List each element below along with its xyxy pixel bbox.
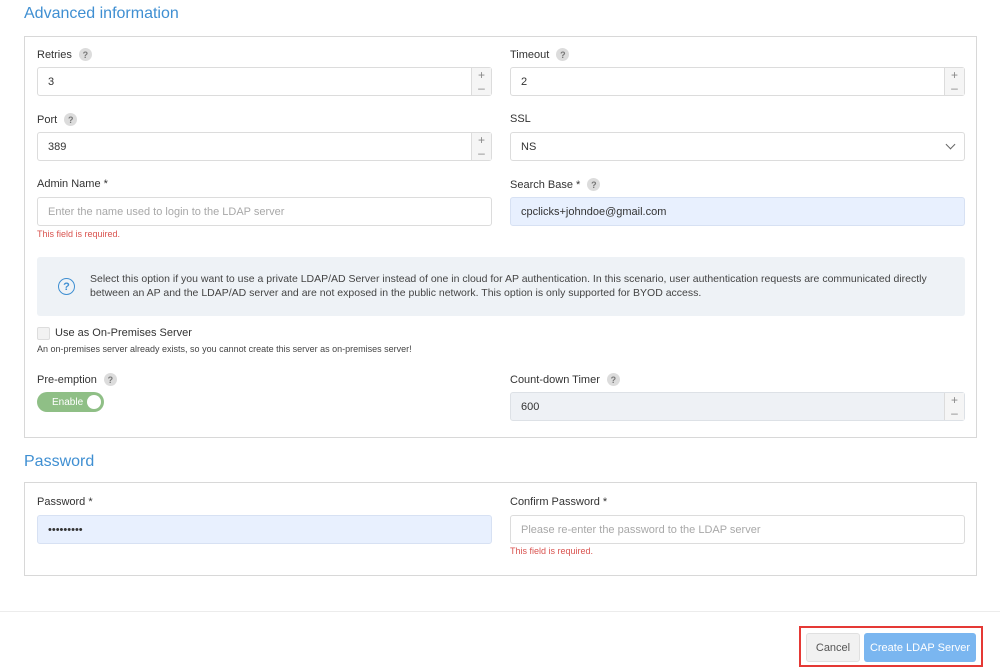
admin-name-label: Admin Name * [37,178,108,190]
retries-value: 3 [48,75,55,88]
retries-stepper[interactable]: + – [471,68,491,95]
admin-name-input[interactable]: Enter the name used to login to the LDAP… [37,197,492,226]
admin-name-error: This field is required. [37,229,121,239]
ssl-label: SSL [510,113,531,125]
timeout-label: Timeout ? [510,48,570,61]
footer-divider [0,611,1000,612]
confirm-password-input[interactable]: Please re-enter the password to the LDAP… [510,515,965,544]
search-base-label: Search Base * ? [510,178,601,191]
minus-icon[interactable]: – [472,82,491,96]
on-premises-label-text: Use as On-Premises Server [55,327,192,339]
question-circle-icon: ? [58,278,75,295]
countdown-label-text: Count-down Timer [510,373,600,386]
password-value: ••••••••• [48,523,83,536]
confirm-password-label: Confirm Password * [510,496,607,508]
chevron-down-icon[interactable] [945,139,956,150]
plus-icon[interactable]: + [945,68,964,82]
password-label-text: Password * [37,496,93,508]
password-input[interactable]: ••••••••• [37,515,492,544]
ssl-value: NS [521,140,537,153]
cancel-button[interactable]: Cancel [806,633,860,662]
advanced-section-title: Advanced information [24,5,179,22]
search-base-input[interactable]: cpclicks+johndoe@gmail.com [510,197,965,226]
on-premises-checkbox[interactable] [37,327,50,340]
plus-icon[interactable]: + [945,393,964,407]
admin-name-label-text: Admin Name * [37,178,108,190]
password-label: Password * [37,496,93,508]
on-premises-note: An on-premises server already exists, so… [37,344,412,354]
help-icon[interactable]: ? [587,178,601,191]
port-value: 389 [48,140,67,153]
help-icon[interactable]: ? [606,373,620,386]
help-icon[interactable]: ? [78,48,92,61]
search-base-label-text: Search Base * [510,178,581,191]
help-icon[interactable]: ? [64,113,78,126]
advanced-panel [24,36,977,438]
timeout-stepper[interactable]: + – [944,68,964,95]
retries-label-text: Retries [37,48,72,61]
retries-label: Retries ? [37,48,92,61]
retries-input[interactable]: 3 + – [37,67,492,96]
timeout-label-text: Timeout [510,48,550,61]
port-label-text: Port [37,113,58,126]
admin-name-placeholder: Enter the name used to login to the LDAP… [48,205,285,218]
preemption-toggle-label: Enable [52,396,84,408]
password-section-title: Password [24,453,95,470]
port-stepper[interactable]: + – [471,133,491,160]
confirm-password-placeholder: Please re-enter the password to the LDAP… [521,523,761,536]
timeout-value: 2 [521,75,528,88]
ssl-select[interactable]: NS [510,132,965,161]
minus-icon[interactable]: – [945,407,964,421]
search-base-value: cpclicks+johndoe@gmail.com [521,205,667,218]
countdown-label: Count-down Timer ? [510,373,620,386]
preemption-toggle[interactable]: Enable [37,392,104,412]
port-label: Port ? [37,113,78,126]
countdown-stepper[interactable]: + – [944,393,964,420]
minus-icon[interactable]: – [472,147,491,161]
confirm-password-error: This field is required. [510,546,594,556]
info-text: Select this option if you want to use a … [90,273,927,299]
confirm-password-label-text: Confirm Password * [510,496,608,508]
plus-icon[interactable]: + [472,68,491,82]
timeout-input[interactable]: 2 + – [510,67,965,96]
help-icon[interactable]: ? [556,48,570,61]
port-input[interactable]: 389 + – [37,132,492,161]
info-box: ? Select this option if you want to use … [37,257,965,316]
create-ldap-server-button[interactable]: Create LDAP Server [864,633,976,662]
footer-actions: Cancel Create LDAP Server [799,626,983,667]
help-icon[interactable]: ? [103,373,117,386]
ssl-label-text: SSL [510,113,531,125]
toggle-knob [87,395,101,409]
on-premises-label: Use as On-Premises Server [55,327,192,339]
preemption-label-text: Pre-emption [37,373,97,386]
preemption-label: Pre-emption ? [37,373,117,386]
minus-icon[interactable]: – [945,82,964,96]
plus-icon[interactable]: + [472,133,491,147]
countdown-input[interactable]: 600 + – [510,392,965,421]
countdown-value: 600 [521,400,540,413]
